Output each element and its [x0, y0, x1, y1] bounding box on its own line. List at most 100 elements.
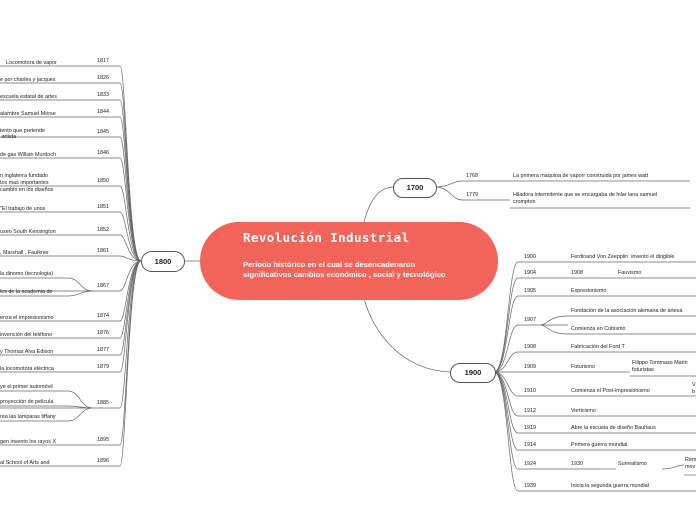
central-title: Revolución Industrial: [243, 230, 410, 245]
event-1900[interactable]: Vorticismo: [571, 408, 596, 415]
year-1800[interactable]: 1817: [97, 58, 109, 64]
event-1900-detail[interactable]: V b: [692, 382, 696, 395]
link-1900-year: [493, 371, 519, 492]
year-1900[interactable]: 1907: [524, 317, 536, 323]
year-1800[interactable]: 1844: [97, 109, 109, 115]
event-1800[interactable]: de gas Willian Murdoch: [0, 152, 56, 159]
event-1900-detail[interactable]: Fauvismo: [618, 270, 641, 277]
link-1800-sub: [67, 407, 94, 422]
link-1900-year: [493, 371, 519, 451]
event-1800[interactable]: al School of Arts and: [0, 460, 49, 467]
year-1900[interactable]: 1924: [524, 461, 536, 467]
event-1900[interactable]: Ferdinand Von Zeepplin invento el dirigi…: [571, 254, 674, 261]
link-1900-year: [493, 277, 519, 373]
event-1800[interactable]: enza el impresionismo: [0, 315, 54, 322]
link-1800-year: [119, 99, 142, 262]
link-1800-year: [119, 260, 142, 446]
year-1800[interactable]: 1861: [97, 248, 109, 254]
year-1800[interactable]: 1876: [97, 330, 109, 336]
event-1900[interactable]: Comienza en Cubismo: [571, 326, 626, 333]
year-1900[interactable]: 1919: [524, 425, 536, 431]
year-1900[interactable]: 1905: [524, 288, 536, 294]
event-1800[interactable]: la locomotora eléctrica: [0, 366, 54, 373]
year-1700[interactable]: 1779: [466, 192, 478, 198]
year-1800[interactable]: 1885: [97, 400, 109, 406]
event-1900[interactable]: Comienza el Post-impresionismo: [571, 388, 650, 395]
event-1800[interactable]: rea las lamparas tiffany: [0, 414, 56, 421]
event-1800[interactable]: , Marshall , Faulkner: [0, 250, 49, 257]
event-1900[interactable]: 1930: [571, 461, 583, 468]
event-1700[interactable]: La primera maquina de vaporr construida …: [513, 173, 648, 180]
event-1900[interactable]: Futurismo: [571, 364, 595, 371]
link-1800-sub: [67, 390, 94, 409]
year-1800[interactable]: 1826: [97, 75, 109, 81]
year-1800[interactable]: 1896: [97, 458, 109, 464]
event-1800[interactable]: proyección de pelicula: [0, 399, 53, 406]
event-1900[interactable]: Expresionismo: [571, 288, 606, 295]
branch-1800[interactable]: 1800: [141, 251, 185, 272]
central-topic[interactable]: Revolución Industrial Periodo histórico …: [200, 222, 498, 300]
event-1800[interactable]: e por charles y jacques: [0, 77, 55, 84]
year-1800[interactable]: 1852: [97, 227, 109, 233]
link-1800-year: [119, 65, 142, 262]
link-1900-sub: [539, 315, 569, 326]
event-1800[interactable]: la dinomo (tecnologia): [0, 271, 53, 278]
event-1900[interactable]: Inicia la segunda guerra mundial: [571, 483, 649, 490]
link-1800-year: [119, 157, 142, 262]
year-1900[interactable]: 1900: [524, 254, 536, 260]
link-1900-year: [493, 351, 519, 373]
link-1800-year: [119, 82, 142, 262]
year-1800[interactable]: 1877: [97, 347, 109, 353]
year-1800[interactable]: 1833: [97, 92, 109, 98]
year-1900[interactable]: 1910: [524, 388, 536, 394]
year-1800[interactable]: 1851: [97, 204, 109, 210]
year-1900[interactable]: 1914: [524, 442, 536, 448]
event-1700[interactable]: Hiladora intermitente que se encargaba d…: [513, 192, 657, 205]
event-1900-detail[interactable]: Surrealismo: [618, 461, 647, 468]
event-1900[interactable]: Abre la escuela de diseño Bauhaus: [571, 425, 656, 432]
event-1800[interactable]: y Thomas Alva Edison: [0, 349, 53, 356]
year-1900[interactable]: 1939: [524, 483, 536, 489]
year-1700[interactable]: 1768: [466, 173, 478, 179]
year-1900[interactable]: 1908: [524, 344, 536, 350]
event-1800[interactable]: escuela estatal de artes: [0, 94, 57, 101]
link-1800-year: [119, 255, 142, 262]
link-1900-year: [493, 371, 519, 470]
event-1800[interactable]: gen invento los rayos X: [0, 439, 56, 446]
event-1800[interactable]: invención del teléfono: [0, 332, 52, 339]
event-1900-detail[interactable]: Filippo Tommaso Marin futuristas: [632, 360, 688, 373]
event-1800[interactable]: iento que pretende artista: [0, 128, 45, 141]
event-1900[interactable]: Fundación de la asociación alemana de ar…: [571, 308, 682, 315]
event-1800[interactable]: useo South Kensington: [0, 229, 56, 236]
event-1800[interactable]: alambre Samuel Morse: [0, 111, 56, 118]
link-1800-year: [119, 116, 142, 262]
year-1800[interactable]: 1879: [97, 364, 109, 370]
year-1800[interactable]: 1895: [97, 437, 109, 443]
event-1800[interactable]: Locomotora de vapor: [6, 60, 57, 67]
event-1800[interactable]: les de la academia de: [0, 289, 52, 296]
event-1900[interactable]: 1908: [571, 270, 583, 277]
year-1800[interactable]: 1850: [97, 178, 109, 184]
year-1800[interactable]: 1845: [97, 129, 109, 135]
link-1900-year: [493, 324, 519, 373]
link-central-1900: [363, 297, 451, 373]
year-1800[interactable]: 1846: [97, 150, 109, 156]
event-1900[interactable]: Primera guerra mundial: [571, 442, 627, 449]
event-1800[interactable]: ye el primer automóvil: [0, 384, 53, 391]
branch-1900[interactable]: 1900: [450, 363, 496, 383]
event-1800[interactable]: "El trabajo de unos: [0, 206, 45, 213]
year-1800[interactable]: 1867: [97, 283, 109, 289]
event-1800[interactable]: n inglaterra fundado tos mas importantes…: [0, 173, 53, 193]
link-1800-year: [119, 260, 142, 356]
event-1900-detail2[interactable]: Rem mov: [685, 457, 696, 470]
link-1900-year: [493, 371, 519, 417]
link-1800-year: [119, 185, 142, 262]
year-1800[interactable]: 1874: [97, 313, 109, 319]
year-1900[interactable]: 1909: [524, 364, 536, 370]
event-1900[interactable]: Fabricación del Ford T: [571, 344, 625, 351]
year-1900[interactable]: 1912: [524, 408, 536, 414]
link-1900-sub: [539, 324, 569, 335]
branch-1700[interactable]: 1700: [393, 178, 437, 198]
year-1900[interactable]: 1904: [524, 270, 536, 276]
link-1800-sub: [67, 290, 94, 297]
